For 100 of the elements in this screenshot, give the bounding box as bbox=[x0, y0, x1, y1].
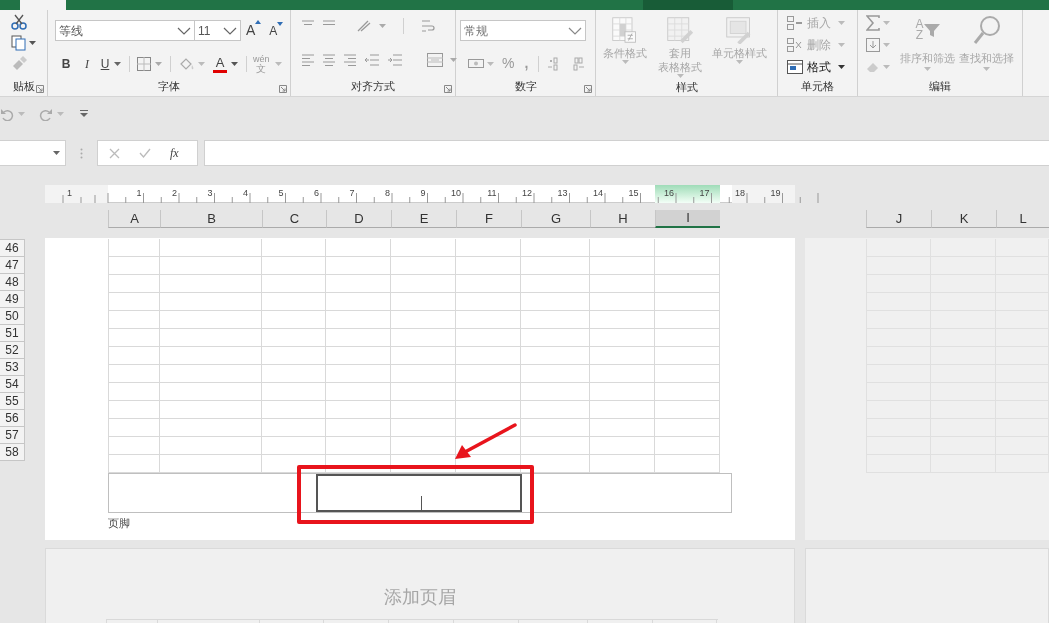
ruler-number: 13 bbox=[557, 188, 568, 198]
group-label: 编辑 bbox=[929, 78, 951, 94]
merge-cells-icon[interactable] bbox=[427, 53, 443, 67]
formula-input[interactable] bbox=[204, 140, 1049, 166]
customize-toolbar-icon[interactable] bbox=[80, 110, 88, 117]
column-header[interactable]: I bbox=[655, 210, 720, 228]
dialog-launcher-icon[interactable] bbox=[279, 85, 287, 93]
bold-button[interactable]: B bbox=[59, 55, 73, 73]
column-header[interactable]: J bbox=[866, 210, 931, 228]
column-header[interactable]: F bbox=[456, 210, 521, 228]
row-header[interactable]: 55 bbox=[0, 392, 25, 410]
ruler-number: 1 bbox=[67, 187, 72, 200]
row-header[interactable]: 49 bbox=[0, 290, 25, 308]
ruler-number: 11 bbox=[487, 188, 497, 198]
row-header[interactable]: 50 bbox=[0, 307, 25, 325]
decrease-indent-icon[interactable] bbox=[364, 53, 380, 67]
row-header[interactable]: 56 bbox=[0, 409, 25, 427]
font-color-button[interactable]: A bbox=[213, 55, 227, 73]
group-label: 贴板 bbox=[12, 78, 35, 94]
caret-icon[interactable] bbox=[114, 62, 121, 66]
footer-label: 页脚 bbox=[108, 517, 130, 529]
row-header[interactable]: 51 bbox=[0, 324, 25, 342]
chevron-down-icon[interactable] bbox=[568, 26, 582, 35]
format-painter-icon[interactable] bbox=[11, 56, 27, 70]
caret-icon[interactable] bbox=[29, 41, 36, 45]
row-header[interactable]: 47 bbox=[0, 256, 25, 274]
format-cells-icon[interactable] bbox=[787, 60, 803, 74]
grow-font-button[interactable]: A bbox=[246, 20, 262, 41]
fill-bucket-icon[interactable] bbox=[179, 57, 195, 71]
number-format-dropdown[interactable]: 常规 bbox=[460, 20, 586, 41]
copy-icon[interactable] bbox=[11, 35, 26, 51]
cancel-icon[interactable] bbox=[109, 147, 120, 159]
scissors-icon[interactable] bbox=[11, 14, 27, 30]
eraser-icon[interactable] bbox=[866, 61, 880, 73]
ruler-number: 19 bbox=[770, 188, 781, 198]
row-header[interactable]: 46 bbox=[0, 239, 25, 257]
column-header[interactable]: K bbox=[931, 210, 996, 228]
dialog-launcher-icon[interactable] bbox=[584, 85, 592, 93]
align-left-icon[interactable] bbox=[301, 53, 315, 67]
ruler-number: 9 bbox=[420, 188, 426, 198]
column-header[interactable]: D bbox=[326, 210, 391, 228]
column-header[interactable]: G bbox=[521, 210, 590, 228]
footer-area[interactable] bbox=[108, 473, 732, 513]
underline-button[interactable]: U bbox=[99, 55, 111, 73]
column-header[interactable]: B bbox=[160, 210, 262, 228]
row-header[interactable]: 48 bbox=[0, 273, 25, 291]
cells-command[interactable]: 格式 bbox=[787, 58, 857, 76]
ruler-number: 8 bbox=[385, 188, 390, 198]
column-header[interactable]: E bbox=[391, 210, 456, 228]
ruler-number: 5 bbox=[278, 188, 284, 198]
ruler-number: 2 bbox=[172, 188, 177, 198]
column-header[interactable]: C bbox=[262, 210, 326, 228]
row-header[interactable]: 57 bbox=[0, 426, 25, 444]
ruler-number: 1 bbox=[136, 188, 142, 198]
column-header[interactable]: L bbox=[996, 210, 1049, 228]
increase-indent-icon[interactable] bbox=[387, 53, 403, 67]
borders-icon[interactable] bbox=[137, 57, 151, 71]
row-header[interactable]: 58 bbox=[0, 443, 25, 461]
group-label: 对齐方式 bbox=[351, 78, 395, 94]
font-size-dropdown[interactable]: 11 bbox=[195, 20, 241, 41]
text-cursor bbox=[421, 496, 423, 512]
chevron-down-icon[interactable] bbox=[223, 26, 237, 35]
dialog-launcher-icon[interactable] bbox=[36, 85, 44, 93]
caret-icon[interactable] bbox=[53, 151, 60, 155]
row-header[interactable]: 52 bbox=[0, 341, 25, 359]
ruler-number: 12 bbox=[522, 188, 532, 198]
arrow-drawing bbox=[453, 422, 519, 462]
group-label: 数字 bbox=[514, 78, 537, 94]
triangle-down-icon[interactable] bbox=[277, 21, 284, 26]
ruler-highlight bbox=[655, 185, 720, 203]
triangle-up-icon[interactable] bbox=[255, 20, 262, 24]
column-header[interactable]: A bbox=[108, 210, 160, 228]
insert-function-button[interactable]: fx bbox=[170, 144, 179, 162]
italic-button[interactable]: I bbox=[81, 55, 93, 73]
row-header[interactable]: 53 bbox=[0, 358, 25, 376]
orientation-icon[interactable] bbox=[356, 19, 372, 33]
wrap-text-icon[interactable] bbox=[421, 18, 435, 34]
ruler-number: 6 bbox=[314, 188, 319, 198]
row-header[interactable]: 54 bbox=[0, 375, 25, 393]
sum-icon[interactable] bbox=[866, 15, 880, 31]
ruler-number: 14 bbox=[593, 188, 603, 198]
shrink-font-button[interactable]: A bbox=[269, 21, 284, 40]
font-name-dropdown[interactable]: 等线 bbox=[55, 20, 195, 41]
ruler-number: 3 bbox=[207, 188, 213, 198]
fill-down-icon[interactable] bbox=[866, 38, 880, 52]
chevron-down-icon[interactable] bbox=[177, 26, 191, 35]
align-right-icon[interactable] bbox=[343, 53, 357, 67]
sort-letters: A Z bbox=[915, 19, 924, 41]
footer-section[interactable] bbox=[316, 474, 522, 512]
ruler-number: 18 bbox=[735, 188, 745, 198]
ruler-number: 17 bbox=[699, 188, 710, 198]
checkmark-icon[interactable] bbox=[139, 148, 151, 158]
currency-icon[interactable] bbox=[468, 56, 484, 71]
caret-icon[interactable] bbox=[838, 65, 845, 69]
caret-icon[interactable] bbox=[231, 62, 238, 66]
ruler-number: 4 bbox=[243, 188, 248, 198]
dialog-launcher-icon[interactable] bbox=[444, 85, 452, 93]
ruler-number: 7 bbox=[349, 188, 355, 198]
undo-icon[interactable] bbox=[0, 106, 14, 121]
align-center-icon[interactable] bbox=[322, 53, 336, 67]
